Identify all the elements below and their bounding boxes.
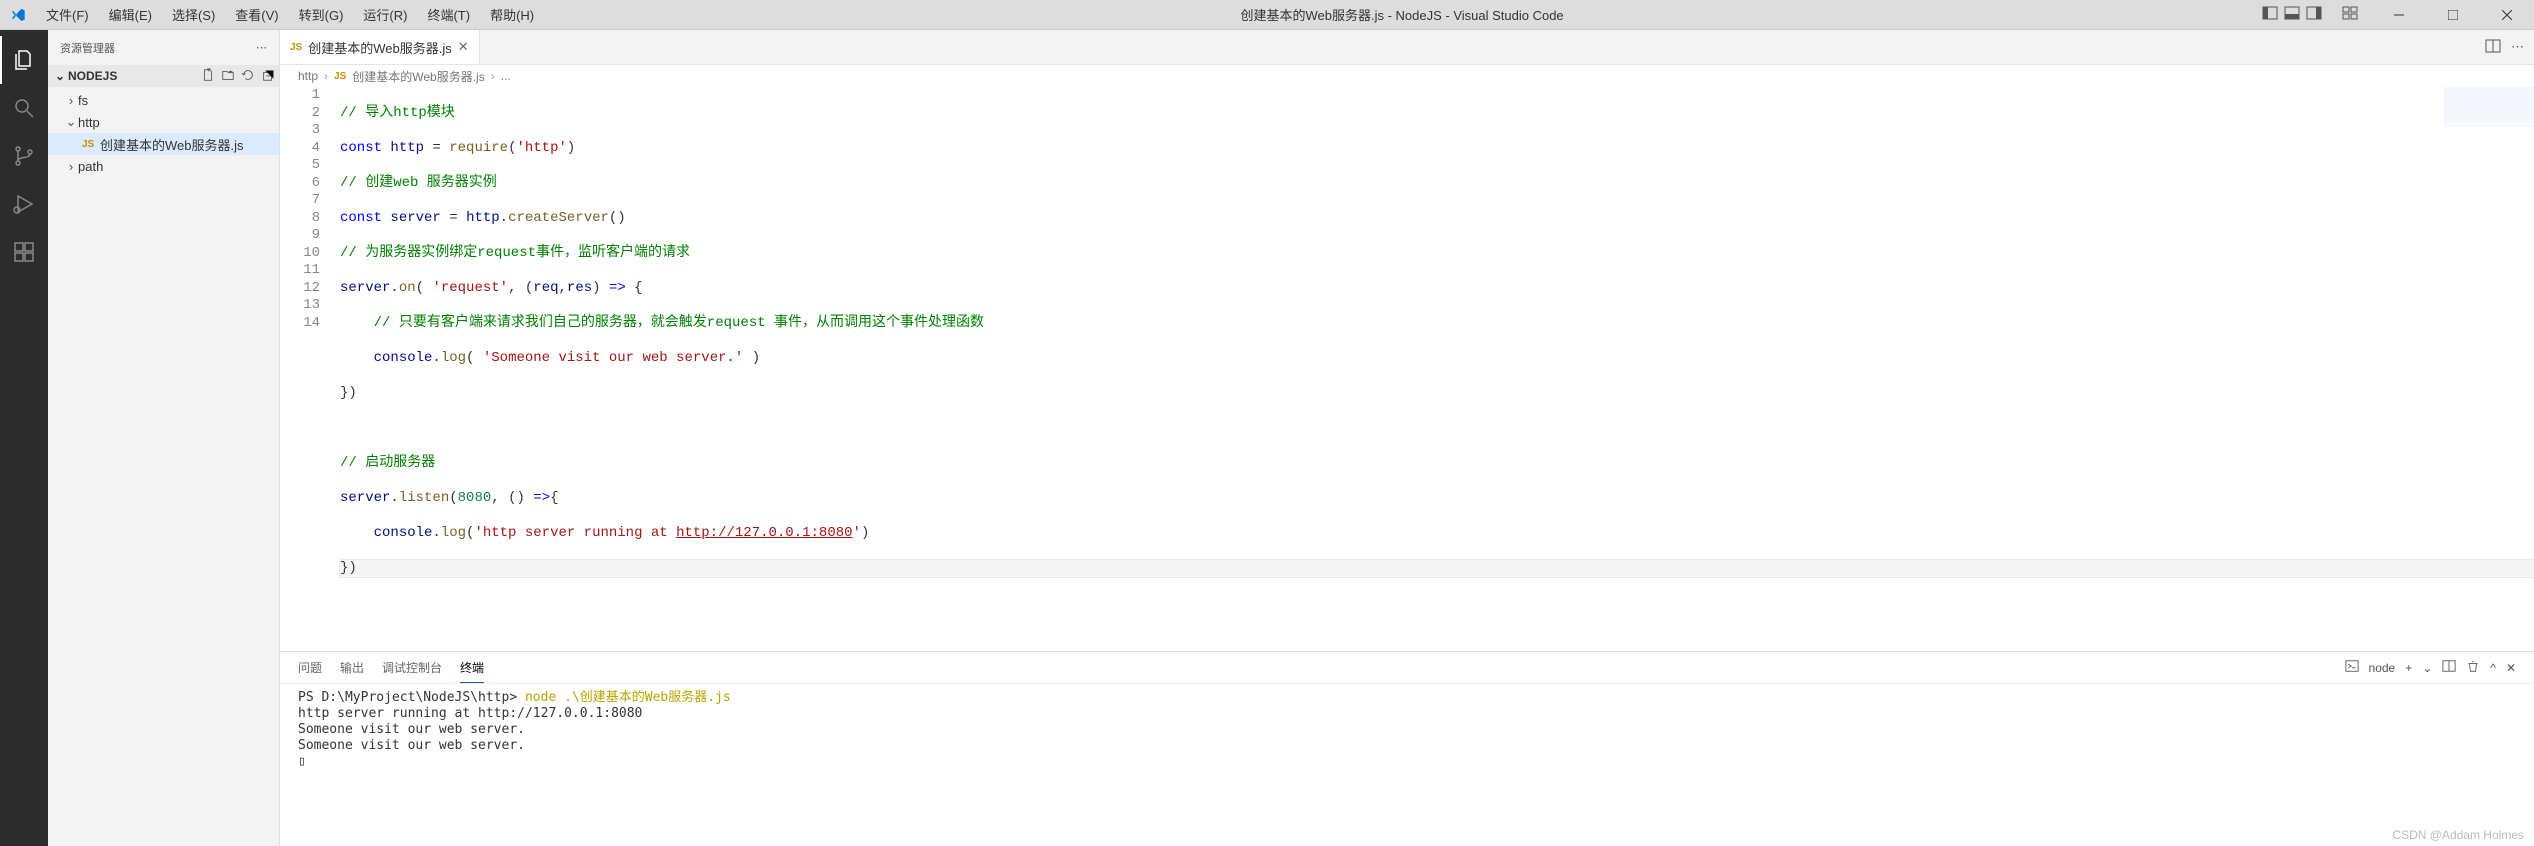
minimize-button[interactable] (2376, 0, 2422, 30)
activity-extensions[interactable] (0, 228, 48, 276)
branch-icon (12, 144, 36, 168)
layout-panel-bottom-icon[interactable] (2284, 5, 2300, 24)
chevron-down-icon: ⌄ (52, 69, 68, 83)
explorer-header: 资源管理器 ⋯ (48, 30, 279, 65)
menu-help[interactable]: 帮助(H) (482, 1, 542, 28)
panel-tabs: 问题 输出 调试控制台 终端 node + ⌄ ^ ✕ (280, 652, 2534, 684)
breadcrumb[interactable]: http › JS 创建基本的Web服务器.js › ... (280, 65, 2534, 87)
js-file-icon: JS (82, 139, 100, 150)
breadcrumb-segment[interactable]: http (298, 69, 318, 83)
menu-edit[interactable]: 编辑(E) (101, 1, 160, 28)
search-icon (12, 96, 36, 120)
code-content[interactable]: // 导入http模块 const http = require('http')… (340, 87, 2534, 651)
chevron-right-icon: › (64, 159, 78, 174)
files-icon (12, 48, 36, 72)
chevron-right-icon: › (491, 69, 495, 83)
panel-tab-terminal[interactable]: 终端 (460, 653, 484, 683)
activity-search[interactable] (0, 84, 48, 132)
file-tree: ›fs ⌄http JS创建基本的Web服务器.js ›path (48, 87, 279, 179)
debug-icon (12, 192, 36, 216)
main-area: 资源管理器 ⋯ ⌄ NODEJS ›fs ⌄http JS创建基本的Web服务器… (0, 30, 2534, 846)
close-button[interactable] (2484, 0, 2530, 30)
panel-tab-debug-console[interactable]: 调试控制台 (382, 653, 442, 682)
close-panel-icon[interactable]: ✕ (2506, 661, 2516, 675)
refresh-icon[interactable] (241, 68, 255, 85)
editor-area: JS 创建基本的Web服务器.js ✕ ⋯ http › JS 创建基本的Web… (280, 30, 2534, 846)
activity-run-debug[interactable] (0, 180, 48, 228)
project-name: NODEJS (68, 69, 117, 83)
close-icon[interactable]: ✕ (458, 39, 469, 55)
line-gutter: 1234567891011121314 (280, 87, 340, 651)
title-bar: 文件(F) 编辑(E) 选择(S) 查看(V) 转到(G) 运行(R) 终端(T… (0, 0, 2534, 30)
vscode-logo-icon (0, 7, 36, 23)
tree-folder-fs[interactable]: ›fs (48, 89, 279, 111)
new-folder-icon[interactable] (221, 68, 235, 85)
main-menu: 文件(F) 编辑(E) 选择(S) 查看(V) 转到(G) 运行(R) 终端(T… (36, 1, 542, 28)
menu-view[interactable]: 查看(V) (227, 1, 286, 28)
split-terminal-icon[interactable] (2442, 659, 2456, 676)
maximize-button[interactable] (2430, 0, 2476, 30)
breadcrumb-segment[interactable]: 创建基本的Web服务器.js (352, 68, 484, 85)
menu-go[interactable]: 转到(G) (291, 1, 352, 28)
layout-panel-right-icon[interactable] (2306, 5, 2322, 24)
activity-explorer[interactable] (0, 36, 48, 84)
tree-folder-http[interactable]: ⌄http (48, 111, 279, 133)
more-actions-icon[interactable]: ⋯ (2511, 39, 2524, 55)
maximize-panel-icon[interactable]: ^ (2490, 661, 2496, 675)
collapse-all-icon[interactable] (261, 68, 275, 85)
menu-file[interactable]: 文件(F) (38, 1, 97, 28)
menu-run[interactable]: 运行(R) (355, 1, 415, 28)
layout-panel-left-icon[interactable] (2262, 5, 2278, 24)
extensions-icon (12, 240, 36, 264)
panel-tab-problems[interactable]: 问题 (298, 653, 322, 682)
new-file-icon[interactable] (201, 68, 215, 85)
explorer-title: 资源管理器 (60, 40, 115, 56)
explorer-sidebar: 资源管理器 ⋯ ⌄ NODEJS ›fs ⌄http JS创建基本的Web服务器… (48, 30, 280, 846)
activity-bar (0, 30, 48, 846)
bottom-panel: 问题 输出 调试控制台 终端 node + ⌄ ^ ✕ PS D (280, 651, 2534, 846)
menu-selection[interactable]: 选择(S) (164, 1, 223, 28)
js-file-icon: JS (334, 71, 346, 82)
tab-server-js[interactable]: JS 创建基本的Web服务器.js ✕ (280, 30, 480, 64)
chevron-right-icon: › (324, 69, 328, 83)
terminal-shell-icon[interactable] (2345, 659, 2359, 676)
tree-file-server-js[interactable]: JS创建基本的Web服务器.js (48, 133, 279, 155)
terminal-content[interactable]: PS D:\MyProject\NodeJS\http> node .\创建基本… (280, 684, 2534, 846)
minimap[interactable] (2444, 87, 2534, 127)
customize-layout-icon[interactable] (2342, 5, 2358, 24)
watermark: CSDN @Addam Holmes (2392, 828, 2524, 842)
new-terminal-icon[interactable]: + (2405, 661, 2412, 675)
tree-folder-path[interactable]: ›path (48, 155, 279, 177)
editor-tabs: JS 创建基本的Web服务器.js ✕ ⋯ (280, 30, 2534, 65)
terminal-shell-label[interactable]: node (2369, 661, 2396, 675)
activity-source-control[interactable] (0, 132, 48, 180)
kill-terminal-icon[interactable] (2466, 659, 2480, 676)
split-terminal-dropdown-icon[interactable]: ⌄ (2422, 661, 2432, 675)
js-file-icon: JS (290, 42, 302, 53)
code-editor[interactable]: 1234567891011121314 // 导入http模块 const ht… (280, 87, 2534, 651)
more-actions-icon[interactable]: ⋯ (256, 41, 267, 54)
project-header[interactable]: ⌄ NODEJS (48, 65, 279, 87)
breadcrumb-segment[interactable]: ... (501, 69, 511, 83)
window-title: 创建基本的Web服务器.js - NodeJS - Visual Studio … (542, 5, 2262, 24)
menu-terminal[interactable]: 终端(T) (419, 1, 478, 28)
tab-label: 创建基本的Web服务器.js (308, 38, 452, 57)
panel-tab-output[interactable]: 输出 (340, 653, 364, 682)
chevron-down-icon: ⌄ (64, 114, 78, 130)
split-editor-icon[interactable] (2485, 38, 2501, 57)
chevron-right-icon: › (64, 93, 78, 108)
